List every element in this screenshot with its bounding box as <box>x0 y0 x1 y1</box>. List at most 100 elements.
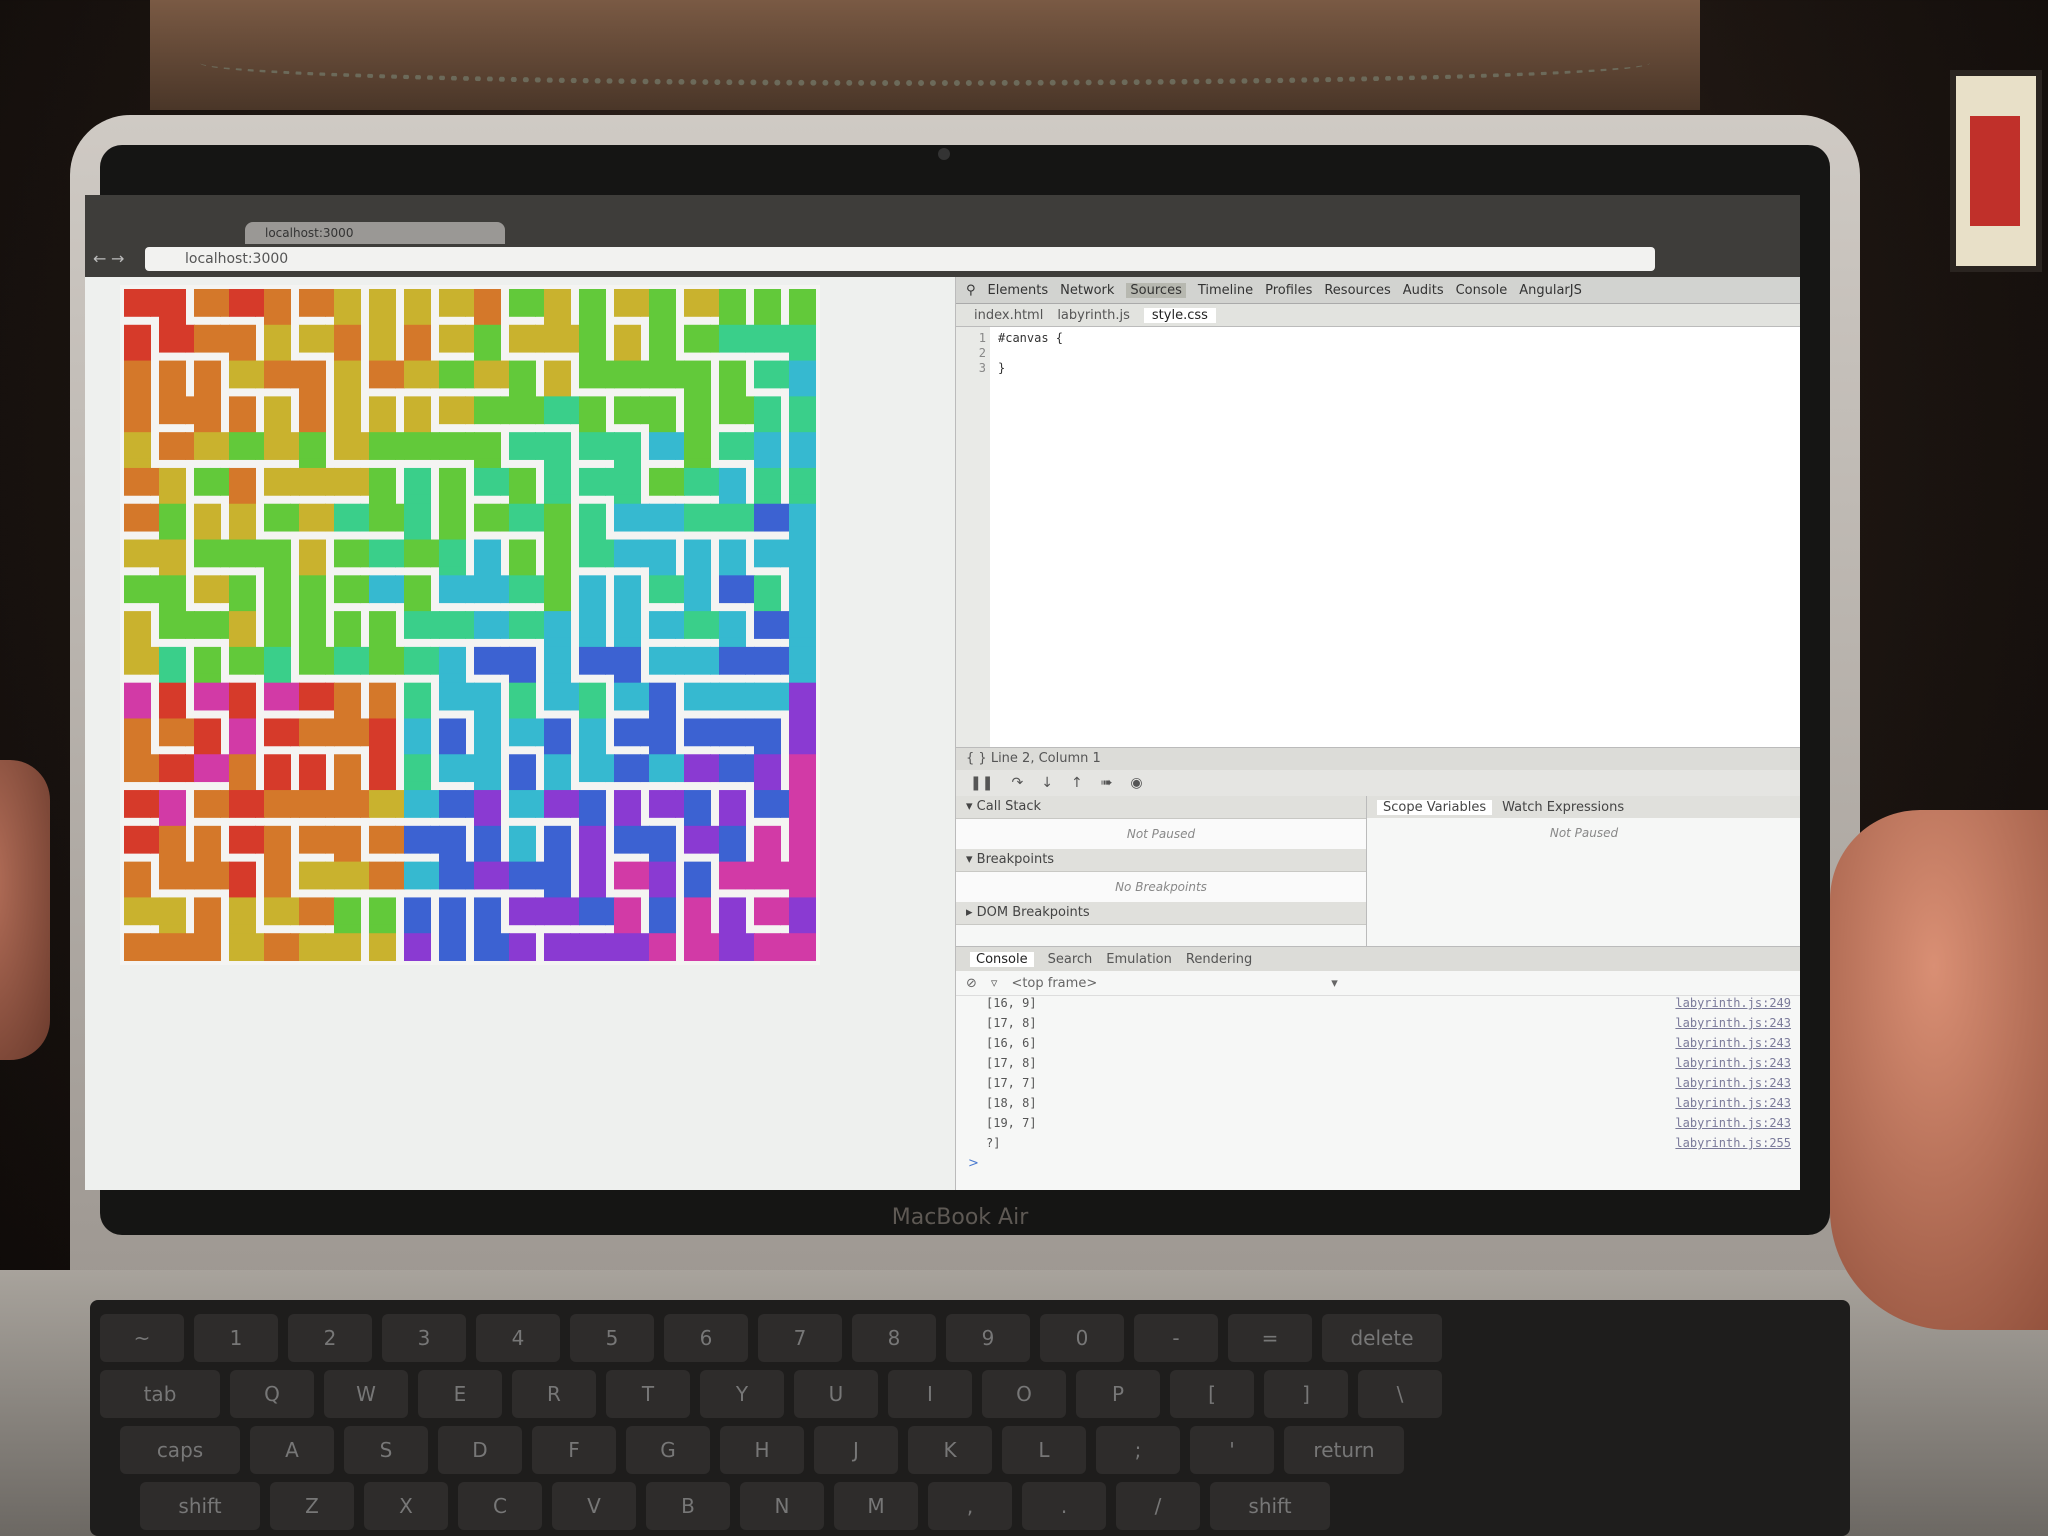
step-over-icon[interactable]: ↷ <box>1011 775 1023 791</box>
dom-breakpoints-header[interactable]: ▸ DOM Breakpoints <box>956 902 1366 925</box>
search-icon[interactable]: ⚲ <box>966 283 976 298</box>
step-into-icon[interactable]: ↓ <box>1041 775 1053 791</box>
pause-on-exceptions-icon[interactable]: ◉ <box>1130 775 1142 791</box>
keyboard-key[interactable]: , <box>928 1482 1012 1530</box>
file-tab[interactable]: labyrinth.js <box>1057 308 1130 323</box>
step-out-icon[interactable]: ↑ <box>1071 775 1083 791</box>
keyboard-key[interactable]: shift <box>140 1482 260 1530</box>
drawer-tab[interactable]: Rendering <box>1186 952 1252 967</box>
panel-tab[interactable]: Audits <box>1403 283 1444 298</box>
keyboard-key[interactable]: N <box>740 1482 824 1530</box>
deactivate-breakpoints-icon[interactable]: ➠ <box>1101 775 1113 791</box>
console-source-link[interactable]: labyrinth.js:243 <box>1675 1056 1791 1070</box>
drawer-tab[interactable]: Console <box>970 951 1034 967</box>
console-source-link[interactable]: labyrinth.js:243 <box>1675 1036 1791 1050</box>
keyboard-key[interactable]: 7 <box>758 1314 842 1362</box>
keyboard-key[interactable]: G <box>626 1426 710 1474</box>
scope-tab[interactable]: Scope Variables <box>1377 799 1493 815</box>
keyboard-key[interactable]: C <box>458 1482 542 1530</box>
panel-tab[interactable]: Sources <box>1126 282 1186 298</box>
keyboard-key[interactable]: Q <box>230 1370 314 1418</box>
console-source-link[interactable]: labyrinth.js:255 <box>1675 1136 1791 1150</box>
keyboard-key[interactable]: F <box>532 1426 616 1474</box>
keyboard-key[interactable]: 2 <box>288 1314 372 1362</box>
keyboard-key[interactable]: Z <box>270 1482 354 1530</box>
braces-icon[interactable]: { } <box>966 751 987 766</box>
pause-icon[interactable]: ❚❚ <box>970 775 993 791</box>
panel-tab[interactable]: Console <box>1456 283 1508 298</box>
keyboard-key[interactable]: O <box>982 1370 1066 1418</box>
code-editor[interactable]: 123 #canvas {} <box>956 327 1800 747</box>
panel-tab[interactable]: Network <box>1060 283 1114 298</box>
keyboard-key[interactable]: caps <box>120 1426 240 1474</box>
code-line[interactable]: #canvas { <box>998 331 1063 346</box>
drawer-tab[interactable]: Search <box>1048 952 1093 967</box>
keyboard-key[interactable]: 6 <box>664 1314 748 1362</box>
keyboard-key[interactable]: \ <box>1358 1370 1442 1418</box>
keyboard-key[interactable]: A <box>250 1426 334 1474</box>
arrow-left-icon[interactable]: ← <box>93 249 113 269</box>
keyboard-key[interactable]: - <box>1134 1314 1218 1362</box>
keyboard-key[interactable]: 9 <box>946 1314 1030 1362</box>
panel-tab[interactable]: AngularJS <box>1519 283 1582 298</box>
keyboard-key[interactable]: 1 <box>194 1314 278 1362</box>
keyboard-key[interactable]: H <box>720 1426 804 1474</box>
panel-tab[interactable]: Elements <box>988 283 1049 298</box>
keyboard-key[interactable]: shift <box>1210 1482 1330 1530</box>
keyboard-key[interactable]: M <box>834 1482 918 1530</box>
panel-tab[interactable]: Resources <box>1324 283 1390 298</box>
keyboard-key[interactable]: = <box>1228 1314 1312 1362</box>
file-tab[interactable]: style.css <box>1143 307 1216 323</box>
keyboard-key[interactable]: ~ <box>100 1314 184 1362</box>
keyboard-key[interactable]: 4 <box>476 1314 560 1362</box>
filter-icon[interactable]: ▿ <box>991 976 998 991</box>
panel-tab[interactable]: Profiles <box>1265 283 1312 298</box>
keyboard-key[interactable]: D <box>438 1426 522 1474</box>
browser-tab[interactable]: localhost:3000 <box>245 222 505 244</box>
keyboard-key[interactable]: E <box>418 1370 502 1418</box>
keyboard-key[interactable]: tab <box>100 1370 220 1418</box>
file-tab[interactable]: index.html <box>974 308 1043 323</box>
keyboard-key[interactable]: ] <box>1264 1370 1348 1418</box>
keyboard-key[interactable]: ; <box>1096 1426 1180 1474</box>
chevron-down-icon[interactable]: ▾ <box>1331 976 1338 991</box>
console-source-link[interactable]: labyrinth.js:243 <box>1675 1076 1791 1090</box>
keyboard-key[interactable]: W <box>324 1370 408 1418</box>
code-content[interactable]: #canvas {} <box>990 327 1071 747</box>
keyboard-key[interactable]: . <box>1022 1482 1106 1530</box>
keyboard-key[interactable]: / <box>1116 1482 1200 1530</box>
code-line[interactable]: } <box>998 361 1063 376</box>
console-source-link[interactable]: labyrinth.js:243 <box>1675 1096 1791 1110</box>
drawer-tab[interactable]: Emulation <box>1106 952 1172 967</box>
arrow-right-icon[interactable]: → <box>111 249 131 269</box>
keyboard-key[interactable]: R <box>512 1370 596 1418</box>
keyboard-key[interactable]: I <box>888 1370 972 1418</box>
keyboard-key[interactable]: return <box>1284 1426 1404 1474</box>
console-source-link[interactable]: labyrinth.js:243 <box>1675 1116 1791 1130</box>
keyboard-key[interactable]: L <box>1002 1426 1086 1474</box>
keyboard-key[interactable]: K <box>908 1426 992 1474</box>
keyboard-key[interactable]: [ <box>1170 1370 1254 1418</box>
frame-select[interactable]: <top frame> <box>1011 976 1097 991</box>
keyboard-key[interactable]: 5 <box>570 1314 654 1362</box>
keyboard-key[interactable]: P <box>1076 1370 1160 1418</box>
breakpoints-header[interactable]: ▾ Breakpoints <box>956 849 1366 872</box>
scope-tab[interactable]: Watch Expressions <box>1502 800 1624 815</box>
keyboard-key[interactable]: 3 <box>382 1314 466 1362</box>
keyboard-key[interactable]: U <box>794 1370 878 1418</box>
keyboard-key[interactable]: V <box>552 1482 636 1530</box>
console-source-link[interactable]: labyrinth.js:243 <box>1675 1016 1791 1030</box>
keyboard-key[interactable]: J <box>814 1426 898 1474</box>
keyboard-key[interactable]: S <box>344 1426 428 1474</box>
clear-console-icon[interactable]: ⊘ <box>966 976 977 991</box>
keyboard-key[interactable]: 8 <box>852 1314 936 1362</box>
keyboard-key[interactable]: 0 <box>1040 1314 1124 1362</box>
address-bar[interactable]: localhost:3000 <box>145 247 1655 271</box>
panel-tab[interactable]: Timeline <box>1198 283 1253 298</box>
keyboard-key[interactable]: X <box>364 1482 448 1530</box>
call-stack-header[interactable]: ▾ Call Stack <box>956 796 1366 819</box>
keyboard-key[interactable]: delete <box>1322 1314 1442 1362</box>
console-prompt[interactable]: > <box>956 1156 1800 1171</box>
console-source-link[interactable]: labyrinth.js:249 <box>1675 996 1791 1010</box>
keyboard-key[interactable]: ' <box>1190 1426 1274 1474</box>
